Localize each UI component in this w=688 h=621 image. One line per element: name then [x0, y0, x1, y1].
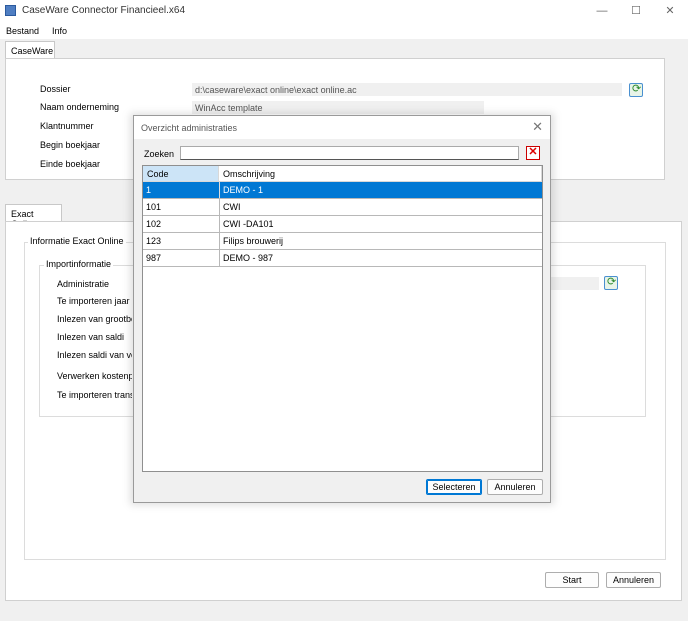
tab-caseware[interactable]: CaseWare — [5, 41, 55, 59]
cell-code: 102 — [146, 219, 162, 229]
inlezen-saldi-vorig-label: Inlezen saldi van vori — [57, 350, 132, 360]
cell-code: 987 — [146, 253, 162, 263]
refresh-icon[interactable] — [604, 275, 618, 290]
menu-info[interactable]: Info — [52, 26, 67, 36]
selecteren-button[interactable]: Selecteren — [426, 479, 482, 495]
begin-boekjaar-label: Begin boekjaar — [40, 140, 101, 150]
maximize-button[interactable]: ☐ — [621, 2, 651, 20]
cell-code: 101 — [146, 202, 162, 212]
dossier-field: d:\caseware\exact online\exact online.ac — [192, 83, 622, 96]
inlezen-grootboek-label: Inlezen van grootboe — [57, 314, 132, 324]
table-row[interactable]: 987 DEMO - 987 — [143, 250, 542, 267]
inlezen-saldi-label: Inlezen van saldi — [57, 332, 125, 342]
search-input[interactable] — [180, 146, 519, 160]
window-title: CaseWare Connector Financieel.x64 — [22, 5, 186, 16]
dialog-annuleren-button[interactable]: Annuleren — [487, 479, 543, 495]
tab-exact-online[interactable]: Exact Online — [5, 204, 62, 229]
klantnummer-label: Klantnummer — [40, 121, 94, 131]
cell-code: 123 — [146, 236, 162, 246]
annuleren-button[interactable]: Annuleren — [606, 572, 661, 588]
close-icon[interactable]: ✕ — [532, 119, 543, 135]
start-button[interactable]: Start — [545, 572, 599, 588]
einde-boekjaar-label: Einde boekjaar — [40, 159, 101, 169]
column-header-code[interactable]: Code — [143, 166, 219, 182]
table-row[interactable]: 1 DEMO - 1 — [143, 182, 542, 199]
cell-omschrijving: CWI — [223, 202, 241, 212]
dialog-titlebar: Overzicht administraties ✕ — [134, 116, 550, 139]
overzicht-administraties-dialog: Overzicht administraties ✕ Zoeken ✕ Code… — [133, 115, 551, 503]
minimize-button[interactable]: — — [587, 2, 617, 20]
cell-omschrijving: CWI -DA101 — [223, 219, 274, 229]
table-row[interactable]: 123 Filips brouwerij — [143, 233, 542, 250]
dialog-title: Overzicht administraties — [141, 123, 238, 133]
cell-omschrijving: Filips brouwerij — [223, 236, 284, 246]
info-exact-online-title: Informatie Exact Online — [28, 236, 126, 246]
dossier-label: Dossier — [40, 84, 71, 94]
table-row[interactable]: 102 CWI -DA101 — [143, 216, 542, 233]
menu-bestand[interactable]: Bestand — [6, 26, 39, 36]
administraties-grid: Code Omschrijving 1 DEMO - 1 101 CWI 102… — [142, 165, 543, 472]
te-importeren-transacties-label: Te importeren transac — [57, 390, 132, 400]
close-window-button[interactable]: ✕ — [655, 2, 685, 20]
window-titlebar: CaseWare Connector Financieel.x64 — ☐ ✕ — [0, 0, 688, 22]
app-icon — [5, 5, 16, 16]
refresh-icon[interactable] — [629, 82, 643, 97]
menu-bar: Bestand Info — [0, 22, 688, 39]
zoeken-label: Zoeken — [144, 149, 175, 159]
cell-omschrijving: DEMO - 1 — [223, 185, 264, 195]
table-row[interactable]: 101 CWI — [143, 199, 542, 216]
verwerken-kostenplaatsen-label: Verwerken kostenpla — [57, 371, 132, 381]
column-header-omschrijving[interactable]: Omschrijving — [219, 166, 542, 182]
cell-code: 1 — [146, 185, 152, 195]
te-importeren-jaar-label: Te importeren jaar — [57, 296, 130, 306]
clear-search-icon[interactable]: ✕ — [526, 146, 540, 160]
cell-omschrijving: DEMO - 987 — [223, 253, 274, 263]
importinformatie-title: Importinformatie — [44, 259, 114, 269]
naam-onderneming-label: Naam onderneming — [40, 102, 120, 112]
administratie-label: Administratie — [57, 279, 110, 289]
